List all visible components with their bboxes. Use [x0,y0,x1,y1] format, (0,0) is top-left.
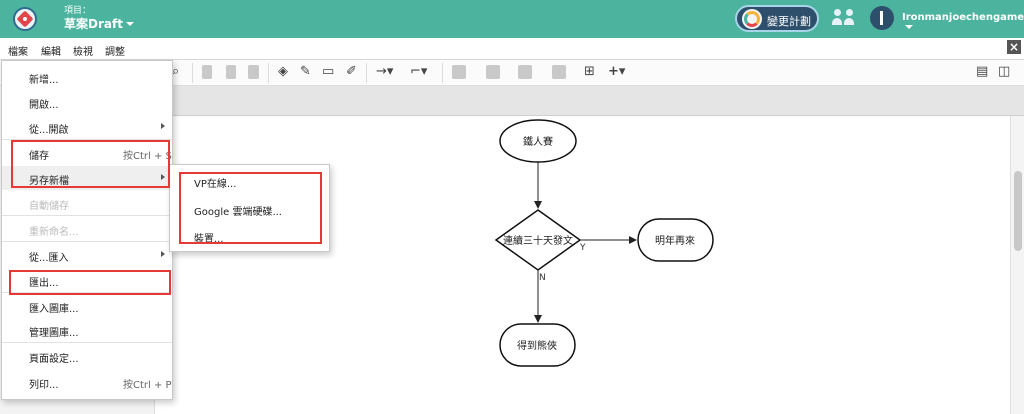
flow-yes-label: Y [579,243,586,253]
connector-icon[interactable]: →▾ [376,65,393,79]
grid-icon[interactable]: ⊞ [584,65,595,79]
flow-yes-text: 明年再來 [655,234,695,247]
highlight-box-save [11,140,170,188]
copy-icon[interactable] [202,65,212,79]
file-menu-dropdown: 新增... 開啟... 從...開啟 儲存 按Ctrl + S 另存新檔 自動儲存… [1,60,173,400]
avatar[interactable] [870,6,894,30]
distribute-icon[interactable] [552,65,566,79]
shortcut-print: 按Ctrl + P [123,380,172,391]
to-front-icon[interactable] [452,65,466,79]
format-panel-icon[interactable]: ▤ [976,65,988,79]
user-menu[interactable]: Ironmanjoechengame [902,12,1024,34]
menu-view[interactable]: 檢視 [73,43,93,58]
app-header: 項目： 草案Draft 變更計劃 Ironmanjoechengame [0,0,1024,38]
menu-item-rename: 重新命名... [29,227,79,238]
menu-item-open[interactable]: 開啟... [2,90,172,114]
menu-item-manage-library[interactable]: 管理圖庫... [2,318,172,342]
chevron-right-icon [161,251,165,257]
menu-arrange[interactable]: 調整 [105,43,125,58]
menu-file[interactable]: 檔案 [8,43,28,58]
flow-no-label: N [539,273,546,283]
change-plan-button[interactable]: 變更計劃 [735,5,819,32]
shadow-icon[interactable]: ▭ [322,65,334,79]
to-back-icon[interactable] [486,65,500,79]
menu-item-import-from[interactable]: 從...匯入 [2,243,172,267]
align-icon[interactable] [518,65,532,79]
flow-decision-text: 連續三十天發文 [503,234,573,247]
highlight-box-export [9,270,171,295]
menu-item-page-setup[interactable]: 頁面設定... [2,344,172,368]
close-icon[interactable]: × [1007,40,1021,54]
search-icon[interactable]: ⌕ [172,65,179,79]
menu-item-import-library[interactable]: 匯入圖庫... [2,294,172,318]
project-name-dropdown[interactable]: 草案Draft [64,15,134,32]
layout-panel-icon[interactable]: ◫ [998,65,1010,79]
chevron-right-icon [161,123,165,129]
flowchart: 鐵人賽 連續三十天發文 Y 明年再來 N 得到熊俠 [494,119,714,367]
flow-start-text: 鐵人賽 [523,135,553,148]
waypoints-icon[interactable]: ⌐▾ [410,65,427,79]
username: Ironmanjoechengame [902,12,1024,23]
highlight-box-save-as-submenu [179,172,322,244]
change-plan-label: 變更計劃 [767,15,811,28]
menu-bar: 檔案 編輯 檢視 調整 [0,38,1024,60]
page-tab-row [155,86,1024,116]
menu-item-open-from[interactable]: 從...開啟 [2,115,172,139]
chevron-down-icon [125,22,134,26]
add-icon[interactable]: +▾ [608,65,625,79]
menu-item-autosave: 自動儲存 [29,201,69,212]
app-logo-icon[interactable] [13,7,37,31]
chevron-down-icon [905,25,913,29]
line-color-icon[interactable]: ✎ [300,65,311,79]
flow-no-text: 得到熊俠 [517,339,557,352]
paste-icon[interactable] [226,65,236,79]
fill-color-icon[interactable]: ◈ [278,65,288,79]
format-painter-icon[interactable]: ✐ [346,65,357,79]
project-name: 草案Draft [64,17,123,31]
delete-icon[interactable] [248,65,259,79]
diagram-canvas[interactable]: 鐵人賽 連續三十天發文 Y 明年再來 N 得到熊俠 [155,116,1010,414]
vertical-scrollbar[interactable] [1010,116,1024,414]
menu-item-print[interactable]: 列印... 按Ctrl + P [2,370,172,394]
team-icon[interactable] [831,8,857,28]
menu-edit[interactable]: 編輯 [41,43,61,58]
menu-item-new[interactable]: 新增... [2,65,172,89]
gauge-icon [742,9,762,29]
